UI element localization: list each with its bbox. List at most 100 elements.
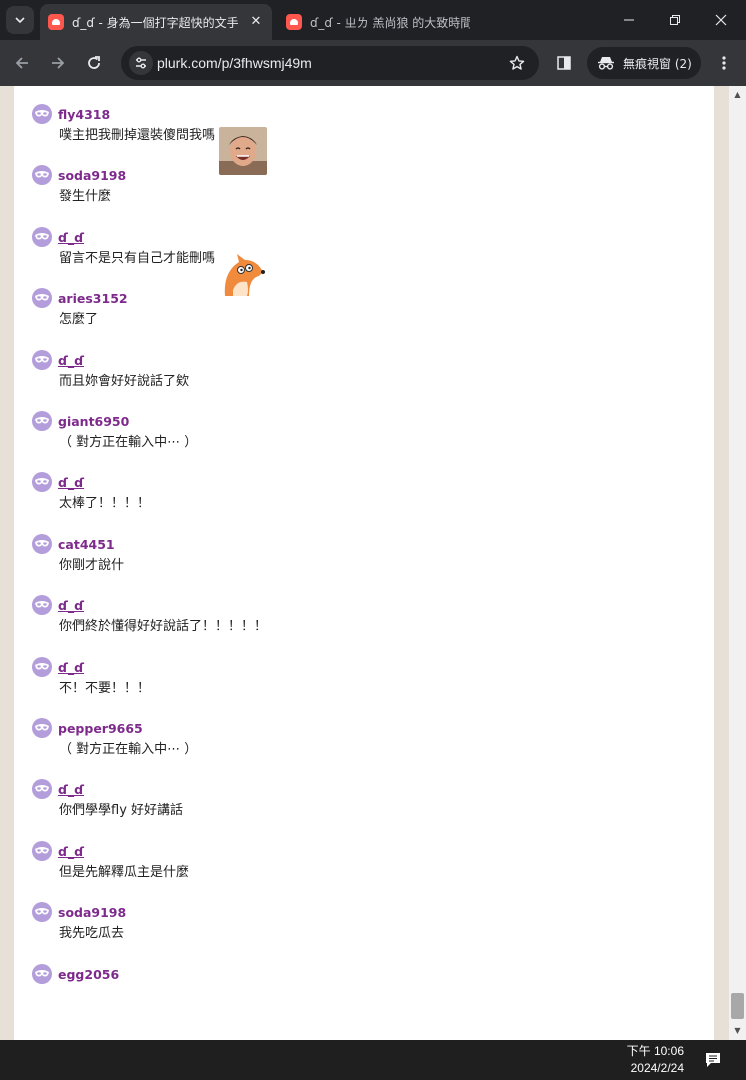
- response-header: aries3152: [32, 288, 672, 308]
- response-header: fly4318: [32, 104, 672, 124]
- response-username[interactable]: ɗ_ɗ: [58, 475, 84, 490]
- address-bar[interactable]: plurk.com/p/3fhwsmj49m: [121, 46, 539, 80]
- restore-icon: [670, 15, 680, 25]
- response-header: ɗ_ɗ: [32, 350, 672, 370]
- response-text: 你們學學fly 好好講話: [59, 803, 184, 818]
- response-item: ɗ_ɗ 你們終於懂得好好說話了！！！！！: [32, 595, 672, 636]
- scrollbar-thumb[interactable]: [731, 993, 744, 1019]
- response-body: （ 對方正在輸入中⋯ ）: [59, 741, 672, 759]
- response-text: 你們終於懂得好好說話了！！！！！: [59, 619, 268, 634]
- response-body: 你們終於懂得好好說話了！！！！！: [59, 618, 672, 636]
- response-username[interactable]: pepper9665: [58, 721, 143, 736]
- taskbar: 下午 10:06 2024/2/24: [0, 1040, 746, 1080]
- tab-search-button[interactable]: [6, 6, 34, 34]
- response-username[interactable]: ɗ_ɗ: [58, 782, 84, 797]
- response-item: aries3152 怎麼了: [32, 288, 672, 329]
- response-text: 你剛才說什: [59, 558, 125, 573]
- response-item: ɗ_ɗ 太棒了！！！！: [32, 472, 672, 513]
- restore-button[interactable]: [652, 0, 698, 40]
- response-username[interactable]: ɗ_ɗ: [58, 230, 84, 245]
- incognito-indicator[interactable]: 無痕視窗 (2): [587, 47, 701, 79]
- response-header: ɗ_ɗ: [32, 472, 672, 492]
- response-header: cat4451: [32, 534, 672, 554]
- response-text: 不！不要！！！: [59, 681, 151, 696]
- bookmark-star-button[interactable]: [507, 53, 527, 73]
- reload-button[interactable]: [79, 48, 109, 78]
- response-body: 你剛才說什: [59, 557, 672, 575]
- response-header: soda9198: [32, 902, 672, 922]
- response-item: ɗ_ɗ 你們學學fly 好好講話: [32, 779, 672, 820]
- reload-icon: [88, 56, 100, 69]
- tab-title: ɗ_ɗ - ㄓㄌ 羔尚狼 的大致時間: [310, 15, 470, 30]
- scroll-up-arrow-icon[interactable]: ▲: [733, 90, 742, 99]
- tab-plurk-inactive[interactable]: ɗ_ɗ - ㄓㄌ 羔尚狼 的大致時間: [278, 4, 478, 40]
- response-body: 而且妳會好好說話了欸: [59, 373, 672, 391]
- mask-avatar-icon: [32, 902, 52, 922]
- response-text: 但是先解釋瓜主是什麼: [59, 865, 190, 880]
- close-window-button[interactable]: [698, 0, 744, 40]
- notification-button[interactable]: [704, 1051, 722, 1069]
- response-body: 你們學學fly 好好講話: [59, 802, 672, 820]
- response-header: ɗ_ɗ: [32, 595, 672, 615]
- mask-avatar-icon: [32, 350, 52, 370]
- response-item: soda9198 發生什麼: [32, 165, 672, 206]
- response-body: 怎麼了: [59, 311, 672, 329]
- page-viewport: fly4318 噗主把我刪掉還裝傻問我嗎 soda9198 發生什麼 ɗ_ɗ 留言不是只有…: [0, 86, 746, 1040]
- scrollbar[interactable]: ▲ ▼: [729, 86, 746, 1040]
- response-username[interactable]: ɗ_ɗ: [58, 353, 84, 368]
- browser-menu-button[interactable]: [709, 48, 739, 78]
- response-body: 發生什麼: [59, 188, 672, 206]
- mask-avatar-icon: [32, 104, 52, 124]
- response-text: 留言不是只有自己才能刪嗎: [59, 251, 216, 266]
- scroll-down-arrow-icon[interactable]: ▼: [733, 1026, 742, 1035]
- notification-icon: [706, 1053, 720, 1067]
- mask-avatar-icon: [32, 165, 52, 185]
- response-username[interactable]: cat4451: [58, 537, 115, 552]
- response-username[interactable]: soda9198: [58, 905, 126, 920]
- browser-toolbar: plurk.com/p/3fhwsmj49m 無痕視窗 (2): [0, 40, 746, 86]
- back-button[interactable]: [7, 48, 37, 78]
- response-text: 怎麼了: [59, 312, 99, 327]
- response-username[interactable]: ɗ_ɗ: [58, 844, 84, 859]
- response-username[interactable]: giant6950: [58, 414, 129, 429]
- minimize-button[interactable]: [606, 0, 652, 40]
- response-header: egg2056: [32, 964, 672, 984]
- tab-plurk-active[interactable]: ɗ_ɗ - 身為一個打字超快的文手 ✕: [40, 4, 272, 40]
- close-icon[interactable]: ✕: [248, 14, 264, 30]
- side-panel-icon: [557, 56, 571, 70]
- response-text: （ 對方正在輸入中⋯ ）: [59, 742, 198, 757]
- response-header: pepper9665: [32, 718, 672, 738]
- response-body: 太棒了！！！！: [59, 495, 672, 513]
- response-body: （ 對方正在輸入中⋯ ）: [59, 434, 672, 452]
- response-username[interactable]: ɗ_ɗ: [58, 598, 84, 613]
- mask-avatar-icon: [32, 288, 52, 308]
- mask-avatar-icon: [32, 472, 52, 492]
- response-text: （ 對方正在輸入中⋯ ）: [59, 435, 198, 450]
- minimize-icon: [624, 19, 634, 21]
- response-header: ɗ_ɗ: [32, 227, 672, 247]
- mask-avatar-icon: [32, 779, 52, 799]
- response-username[interactable]: fly4318: [58, 107, 110, 122]
- site-info-button[interactable]: [129, 51, 153, 75]
- response-item: ɗ_ɗ 但是先解釋瓜主是什麼: [32, 841, 672, 882]
- forward-button[interactable]: [43, 48, 73, 78]
- response-text: 而且妳會好好說話了欸: [59, 374, 190, 389]
- plurk-favicon-icon: [48, 14, 64, 30]
- star-icon: [509, 55, 525, 70]
- response-username[interactable]: ɗ_ɗ: [58, 660, 84, 675]
- mask-avatar-icon: [32, 718, 52, 738]
- response-username[interactable]: soda9198: [58, 168, 126, 183]
- response-header: giant6950: [32, 411, 672, 431]
- taskbar-clock[interactable]: 下午 10:06 2024/2/24: [627, 1043, 684, 1077]
- arrow-right-icon: [52, 57, 65, 69]
- response-header: ɗ_ɗ: [32, 779, 672, 799]
- response-username[interactable]: egg2056: [58, 967, 119, 982]
- response-text: 發生什麼: [59, 189, 112, 204]
- tune-icon: [136, 57, 146, 69]
- url-text[interactable]: plurk.com/p/3fhwsmj49m: [157, 55, 312, 71]
- response-header: soda9198: [32, 165, 672, 185]
- response-username[interactable]: aries3152: [58, 291, 128, 306]
- response-text: 我先吃瓜去: [59, 926, 125, 941]
- response-item: giant6950 （ 對方正在輸入中⋯ ）: [32, 411, 672, 452]
- side-panel-button[interactable]: [549, 48, 579, 78]
